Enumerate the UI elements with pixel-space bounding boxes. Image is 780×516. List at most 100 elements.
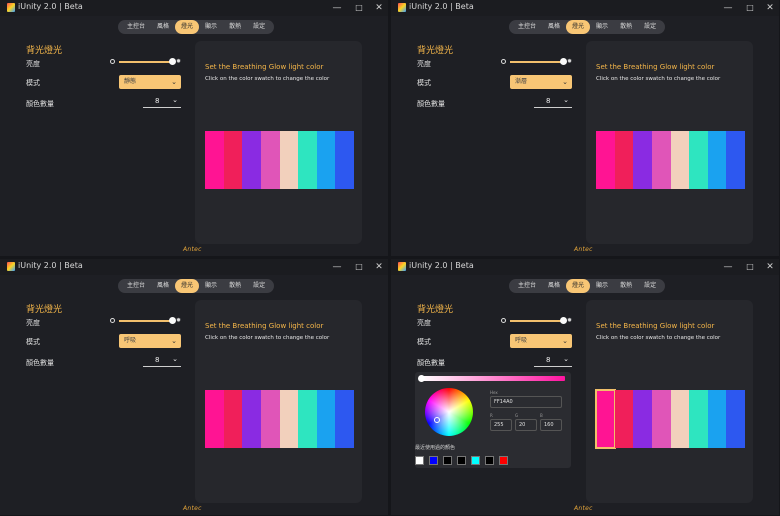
close-icon[interactable]: ✕ xyxy=(763,260,777,274)
tab-settings[interactable]: 設定 xyxy=(247,20,271,34)
color-swatch[interactable] xyxy=(670,131,690,189)
color-wheel-handle[interactable] xyxy=(434,417,440,423)
tab-style[interactable]: 風格 xyxy=(542,279,566,293)
color-swatch[interactable] xyxy=(670,390,690,448)
color-swatch[interactable] xyxy=(279,131,299,189)
recent-color-swatch[interactable] xyxy=(429,456,438,465)
minimize-icon[interactable]: — xyxy=(721,260,735,274)
tab-lighting[interactable]: 燈光 xyxy=(566,279,591,293)
tab-cooling[interactable]: 散熱 xyxy=(614,20,638,34)
color-wheel[interactable] xyxy=(425,388,473,436)
color-swatch[interactable] xyxy=(689,390,708,448)
recent-color-swatch[interactable] xyxy=(499,456,508,465)
recent-color-swatch[interactable] xyxy=(485,456,494,465)
tab-settings[interactable]: 設定 xyxy=(638,20,662,34)
tab-cooling[interactable]: 散熱 xyxy=(614,279,638,293)
brightness-slider-handle[interactable] xyxy=(560,317,567,324)
tab-dashboard[interactable]: 主控台 xyxy=(121,279,151,293)
brightness-slider[interactable] xyxy=(510,320,564,322)
brightness-slider-handle[interactable] xyxy=(169,317,176,324)
color-swatch[interactable] xyxy=(298,390,317,448)
color-swatch[interactable] xyxy=(335,390,354,448)
maximize-icon[interactable]: □ xyxy=(352,1,366,15)
mode-dropdown[interactable]: 靜態 ⌄ xyxy=(119,75,181,89)
tab-settings[interactable]: 設定 xyxy=(247,279,271,293)
color-swatch[interactable] xyxy=(298,131,317,189)
hue-slider-handle[interactable] xyxy=(418,375,425,382)
recent-color-swatch[interactable] xyxy=(443,456,452,465)
brightness-slider[interactable] xyxy=(510,61,564,63)
color-swatch[interactable] xyxy=(726,131,745,189)
hue-slider[interactable] xyxy=(421,376,565,381)
brightness-slider[interactable] xyxy=(119,320,173,322)
minimize-icon[interactable]: — xyxy=(330,260,344,274)
close-icon[interactable]: ✕ xyxy=(372,1,386,15)
tab-style[interactable]: 風格 xyxy=(542,20,566,34)
g-input[interactable]: 20 xyxy=(515,419,537,431)
b-input[interactable]: 160 xyxy=(540,419,562,431)
tab-cooling[interactable]: 散熱 xyxy=(223,279,247,293)
color-swatch[interactable] xyxy=(614,131,634,189)
color-swatch[interactable] xyxy=(316,131,336,189)
color-swatch[interactable] xyxy=(595,389,616,449)
tab-lighting[interactable]: 燈光 xyxy=(566,20,591,34)
brightness-slider-handle[interactable] xyxy=(560,58,567,65)
tab-style[interactable]: 風格 xyxy=(151,20,175,34)
color-swatch[interactable] xyxy=(316,390,336,448)
maximize-icon[interactable]: □ xyxy=(352,260,366,274)
color-swatch[interactable] xyxy=(596,131,615,189)
tab-cooling[interactable]: 散熱 xyxy=(223,20,247,34)
tab-display[interactable]: 顯示 xyxy=(590,279,614,293)
color-count-select[interactable]: 8 ⌄ xyxy=(534,96,572,108)
tab-dashboard[interactable]: 主控台 xyxy=(121,20,151,34)
minimize-icon[interactable]: — xyxy=(330,1,344,15)
r-input[interactable]: 255 xyxy=(490,419,512,431)
hex-input[interactable]: FF14A0 xyxy=(490,396,562,408)
recent-color-swatch[interactable] xyxy=(457,456,466,465)
color-swatch[interactable] xyxy=(223,390,243,448)
color-swatch[interactable] xyxy=(260,131,280,189)
color-count-select[interactable]: 8 ⌄ xyxy=(534,355,572,367)
close-icon[interactable]: ✕ xyxy=(372,260,386,274)
color-swatch[interactable] xyxy=(689,131,708,189)
color-swatch[interactable] xyxy=(726,390,745,448)
minimize-icon[interactable]: — xyxy=(721,1,735,15)
color-swatch[interactable] xyxy=(205,131,224,189)
tab-dashboard[interactable]: 主控台 xyxy=(512,20,542,34)
tab-lighting[interactable]: 燈光 xyxy=(175,20,200,34)
brightness-slider-handle[interactable] xyxy=(169,58,176,65)
color-swatch[interactable] xyxy=(633,390,652,448)
color-count-select[interactable]: 8 ⌄ xyxy=(143,355,181,367)
brightness-slider[interactable] xyxy=(119,61,173,63)
color-count-select[interactable]: 8 ⌄ xyxy=(143,96,181,108)
color-swatch[interactable] xyxy=(223,131,243,189)
tab-display[interactable]: 顯示 xyxy=(199,20,223,34)
tab-display[interactable]: 顯示 xyxy=(590,20,614,34)
color-swatch[interactable] xyxy=(242,131,261,189)
recent-color-swatch[interactable] xyxy=(415,456,424,465)
color-swatch[interactable] xyxy=(260,390,280,448)
color-panel: Set the Breathing Glow light color Click… xyxy=(195,300,362,503)
color-swatch[interactable] xyxy=(279,390,299,448)
mode-dropdown[interactable]: 漸層 ⌄ xyxy=(510,75,572,89)
maximize-icon[interactable]: □ xyxy=(743,1,757,15)
mode-dropdown[interactable]: 呼吸 ⌄ xyxy=(510,334,572,348)
tab-dashboard[interactable]: 主控台 xyxy=(512,279,542,293)
color-swatch[interactable] xyxy=(707,131,727,189)
tab-style[interactable]: 風格 xyxy=(151,279,175,293)
recent-color-swatch[interactable] xyxy=(471,456,480,465)
color-swatch[interactable] xyxy=(651,390,671,448)
color-swatch[interactable] xyxy=(651,131,671,189)
tab-display[interactable]: 顯示 xyxy=(199,279,223,293)
color-swatch[interactable] xyxy=(707,390,727,448)
tab-lighting[interactable]: 燈光 xyxy=(175,279,200,293)
mode-dropdown[interactable]: 呼吸 ⌄ xyxy=(119,334,181,348)
tab-settings[interactable]: 設定 xyxy=(638,279,662,293)
maximize-icon[interactable]: □ xyxy=(743,260,757,274)
color-swatch[interactable] xyxy=(205,390,224,448)
close-icon[interactable]: ✕ xyxy=(763,1,777,15)
color-swatch[interactable] xyxy=(242,390,261,448)
color-swatch[interactable] xyxy=(614,390,634,448)
color-swatch[interactable] xyxy=(633,131,652,189)
color-swatch[interactable] xyxy=(335,131,354,189)
